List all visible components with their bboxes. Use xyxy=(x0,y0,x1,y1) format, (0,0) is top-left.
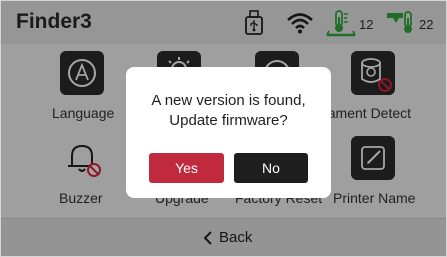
no-button[interactable]: No xyxy=(234,153,308,183)
yes-button[interactable]: Yes xyxy=(149,153,224,183)
update-dialog: A new version is found, Update firmware?… xyxy=(126,67,331,198)
dialog-message-line1: A new version is found, xyxy=(151,92,306,109)
dialog-message: A new version is found, Update firmware? xyxy=(126,91,331,131)
dialog-message-line2: Update firmware? xyxy=(169,112,288,129)
screen: Finder3 12 22 Language Upgrade Factory R… xyxy=(0,0,447,257)
